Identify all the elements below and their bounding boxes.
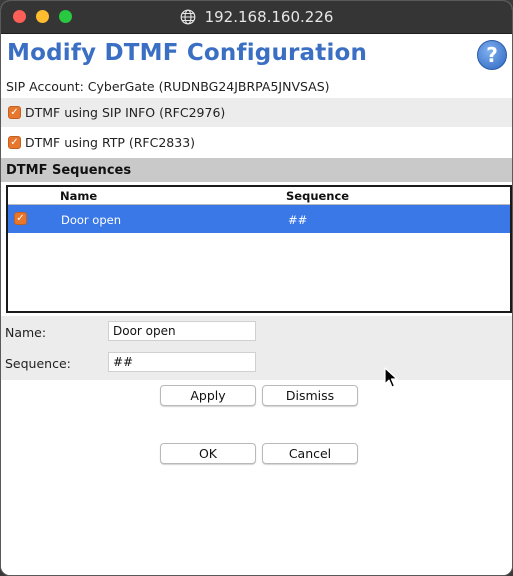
column-header-name[interactable]: Name xyxy=(60,189,97,203)
sequences-table[interactable]: Name Sequence ✓ Door open ## xyxy=(6,185,512,313)
rtp-option[interactable]: ✓ DTMF using RTP (RFC2833) xyxy=(1,128,512,157)
rtp-label: DTMF using RTP (RFC2833) xyxy=(25,135,196,150)
row-checkbox[interactable]: ✓ xyxy=(14,212,27,225)
address-display: 192.168.160.226 xyxy=(1,1,512,33)
row-sequence-cell: ## xyxy=(288,213,308,227)
ok-button[interactable]: OK xyxy=(160,443,256,464)
dialog-content: Modify DTMF Configuration ? SIP Account:… xyxy=(1,34,512,575)
table-row[interactable]: ✓ Door open ## xyxy=(8,205,510,233)
mouse-pointer-icon xyxy=(384,367,398,388)
help-icon[interactable]: ? xyxy=(477,40,507,70)
cancel-button[interactable]: Cancel xyxy=(262,443,358,464)
url-text: 192.168.160.226 xyxy=(204,8,334,26)
sip-info-option[interactable]: ✓ DTMF using SIP INFO (RFC2976) xyxy=(1,98,512,127)
apply-button[interactable]: Apply xyxy=(160,385,256,406)
dtmf-sequences-header: DTMF Sequences xyxy=(1,158,512,182)
edit-form: Name: Sequence: xyxy=(1,316,512,380)
sequence-label: Sequence: xyxy=(5,356,71,371)
sip-info-label: DTMF using SIP INFO (RFC2976) xyxy=(25,105,226,120)
title-bar: 192.168.160.226 xyxy=(1,1,512,34)
sip-account-label: SIP Account: CyberGate (RUDNBG24JBRPA5JN… xyxy=(6,79,330,94)
dismiss-button[interactable]: Dismiss xyxy=(262,385,358,406)
rtp-checkbox[interactable]: ✓ xyxy=(8,136,21,149)
sip-info-checkbox[interactable]: ✓ xyxy=(8,106,21,119)
row-name-cell: Door open xyxy=(61,213,122,227)
column-header-sequence[interactable]: Sequence xyxy=(286,189,349,203)
name-label: Name: xyxy=(5,325,47,340)
page-title: Modify DTMF Configuration xyxy=(7,40,368,66)
browser-window: 192.168.160.226 Modify DTMF Configuratio… xyxy=(0,0,513,576)
sequence-input[interactable] xyxy=(108,352,256,372)
table-header: Name Sequence xyxy=(8,187,510,205)
name-input[interactable] xyxy=(108,321,256,341)
globe-icon xyxy=(180,9,195,25)
